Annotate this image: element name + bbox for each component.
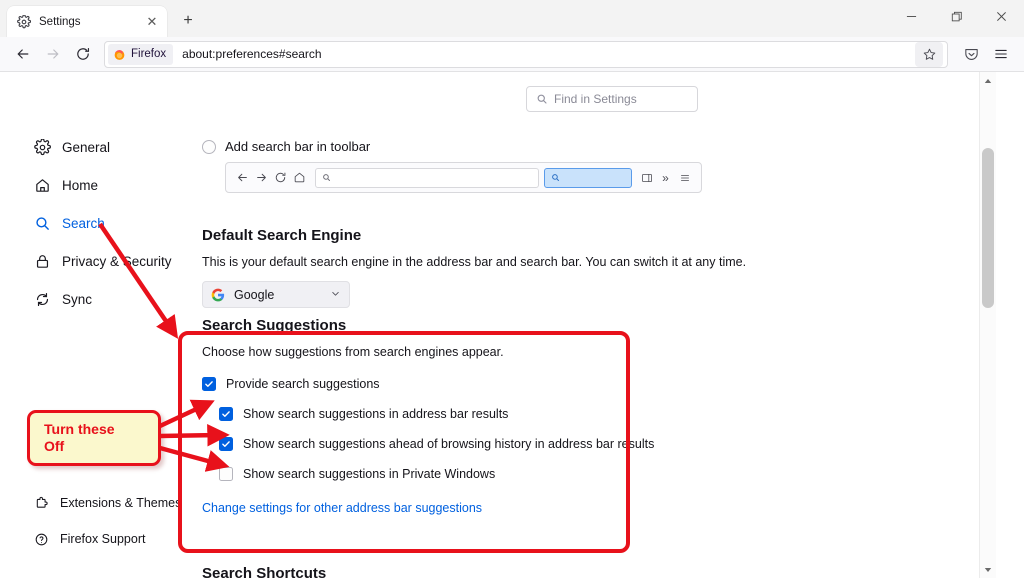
sidebar-item-home[interactable]: Home bbox=[8, 170, 188, 200]
toolbar-preview-illustration: » bbox=[225, 162, 702, 193]
window-controls bbox=[889, 0, 1024, 33]
sidebar-item-privacy-security[interactable]: Privacy & Security bbox=[8, 246, 188, 276]
section-description: This is your default search engine in th… bbox=[202, 255, 747, 269]
add-search-bar-option[interactable]: Add search bar in toolbar bbox=[202, 139, 370, 154]
reload-icon bbox=[271, 168, 290, 187]
checkbox-label: Provide search suggestions bbox=[226, 377, 380, 391]
sidebar-footer-nav: Extensions & Themes Firefox Support bbox=[0, 488, 196, 560]
checkbox-row-provide-suggestions[interactable]: Provide search suggestions bbox=[202, 371, 654, 397]
scrollbar-thumb[interactable] bbox=[982, 148, 994, 308]
search-icon bbox=[321, 172, 332, 183]
tab-title: Settings bbox=[39, 15, 81, 28]
pocket-icon[interactable] bbox=[956, 40, 986, 68]
overflow-chevrons-icon: » bbox=[662, 170, 669, 185]
sidebar-item-label: Search bbox=[62, 215, 105, 231]
checkbox-label: Show search suggestions in address bar r… bbox=[243, 407, 509, 421]
checkbox-checked-icon[interactable] bbox=[219, 437, 233, 451]
default-search-engine-section: Default Search Engine This is your defau… bbox=[202, 227, 746, 308]
settings-page: General Home Search Privacy & Security S… bbox=[0, 72, 1024, 578]
find-placeholder: Find in Settings bbox=[554, 92, 637, 106]
settings-main-pane: Find in Settings Add search bar in toolb… bbox=[196, 72, 996, 578]
lock-icon bbox=[34, 253, 51, 270]
sidebar-item-firefox-support[interactable]: Firefox Support bbox=[8, 524, 188, 554]
navigation-toolbar: Firefox about:preferences#search bbox=[0, 37, 1024, 72]
bookmark-star-icon[interactable] bbox=[915, 41, 943, 67]
url-text: about:preferences#search bbox=[182, 47, 322, 61]
forward-icon bbox=[252, 168, 271, 187]
find-in-settings-input[interactable]: Find in Settings bbox=[526, 86, 698, 112]
forward-icon[interactable] bbox=[38, 40, 68, 68]
checkbox-unchecked-icon[interactable] bbox=[219, 467, 233, 481]
checkbox-row-ahead-of-history[interactable]: Show search suggestions ahead of browsin… bbox=[219, 431, 654, 457]
extension-puzzle-icon bbox=[34, 495, 49, 512]
sidebar-panel-icon bbox=[637, 168, 656, 187]
selected-engine-label: Google bbox=[234, 287, 275, 302]
search-shortcuts-heading: Search Shortcuts bbox=[202, 565, 327, 578]
checkbox-checked-icon[interactable] bbox=[219, 407, 233, 421]
sidebar-item-label: Firefox Support bbox=[60, 532, 146, 546]
home-icon bbox=[34, 177, 51, 194]
sidebar-item-general[interactable]: General bbox=[8, 132, 188, 162]
default-engine-dropdown[interactable]: Google bbox=[202, 281, 350, 308]
scroll-down-icon[interactable] bbox=[980, 561, 996, 578]
google-g-icon bbox=[211, 288, 225, 302]
reload-icon[interactable] bbox=[68, 40, 98, 68]
tab-settings[interactable]: Settings ✕ bbox=[7, 6, 167, 37]
checkbox-checked-icon[interactable] bbox=[202, 377, 216, 391]
app-menu-icon bbox=[675, 168, 694, 187]
sidebar-item-label: Home bbox=[62, 177, 99, 193]
gear-icon bbox=[16, 14, 31, 29]
settings-sidebar: General Home Search Privacy & Security S… bbox=[0, 72, 196, 578]
close-button[interactable] bbox=[979, 0, 1024, 33]
sync-icon bbox=[34, 291, 51, 308]
firefox-brand-chip: Firefox bbox=[108, 43, 174, 65]
checkbox-row-address-bar-results[interactable]: Show search suggestions in address bar r… bbox=[219, 401, 654, 427]
vertical-scrollbar[interactable] bbox=[979, 72, 996, 578]
sidebar-item-label: Extensions & Themes bbox=[60, 496, 182, 510]
checkbox-row-private-windows[interactable]: Show search suggestions in Private Windo… bbox=[219, 461, 654, 487]
back-icon bbox=[233, 168, 252, 187]
tab-strip: Settings ✕ + bbox=[0, 0, 1024, 37]
add-search-bar-label: Add search bar in toolbar bbox=[225, 139, 371, 154]
chevron-down-icon bbox=[330, 288, 341, 302]
search-icon bbox=[34, 215, 51, 232]
sidebar-item-sync[interactable]: Sync bbox=[8, 284, 188, 314]
new-tab-button[interactable]: + bbox=[175, 8, 201, 34]
sidebar-item-label: Privacy & Security bbox=[62, 253, 172, 269]
section-heading: Search Suggestions bbox=[202, 317, 347, 334]
back-icon[interactable] bbox=[8, 40, 38, 68]
section-heading: Default Search Engine bbox=[202, 227, 362, 244]
search-icon bbox=[550, 172, 561, 183]
browser-window: Settings ✕ + Firefox about:preferences#s… bbox=[0, 0, 1024, 578]
change-address-bar-settings-link[interactable]: Change settings for other address bar su… bbox=[202, 501, 482, 515]
preview-address-field bbox=[315, 167, 539, 188]
question-circle-icon bbox=[34, 531, 49, 548]
address-bar[interactable]: Firefox about:preferences#search bbox=[104, 40, 948, 68]
brand-label: Firefox bbox=[131, 48, 167, 60]
preview-search-field-highlighted bbox=[544, 167, 632, 188]
sidebar-item-extensions-themes[interactable]: Extensions & Themes bbox=[8, 488, 188, 518]
firefox-logo-icon bbox=[114, 49, 125, 60]
search-icon bbox=[535, 93, 548, 106]
checkbox-label: Show search suggestions ahead of browsin… bbox=[243, 437, 655, 451]
sidebar-item-label: Sync bbox=[62, 291, 93, 307]
close-icon[interactable]: ✕ bbox=[143, 13, 161, 31]
minimize-button[interactable] bbox=[889, 0, 934, 33]
section-description: Choose how suggestions from search engin… bbox=[202, 345, 504, 359]
checkbox-label: Show search suggestions in Private Windo… bbox=[243, 467, 496, 481]
maximize-button[interactable] bbox=[934, 0, 979, 33]
add-search-bar-radio[interactable] bbox=[202, 139, 216, 154]
sidebar-item-search[interactable]: Search bbox=[8, 208, 188, 238]
search-suggestions-section: Search Suggestions Choose how suggestion… bbox=[202, 317, 654, 517]
scroll-up-icon[interactable] bbox=[980, 72, 996, 89]
sidebar-item-label: General bbox=[62, 139, 111, 155]
app-menu-icon[interactable] bbox=[986, 40, 1016, 68]
home-icon bbox=[290, 168, 309, 187]
gear-icon bbox=[34, 138, 51, 156]
sidebar-primary-nav: General Home Search Privacy & Security S… bbox=[0, 132, 196, 322]
